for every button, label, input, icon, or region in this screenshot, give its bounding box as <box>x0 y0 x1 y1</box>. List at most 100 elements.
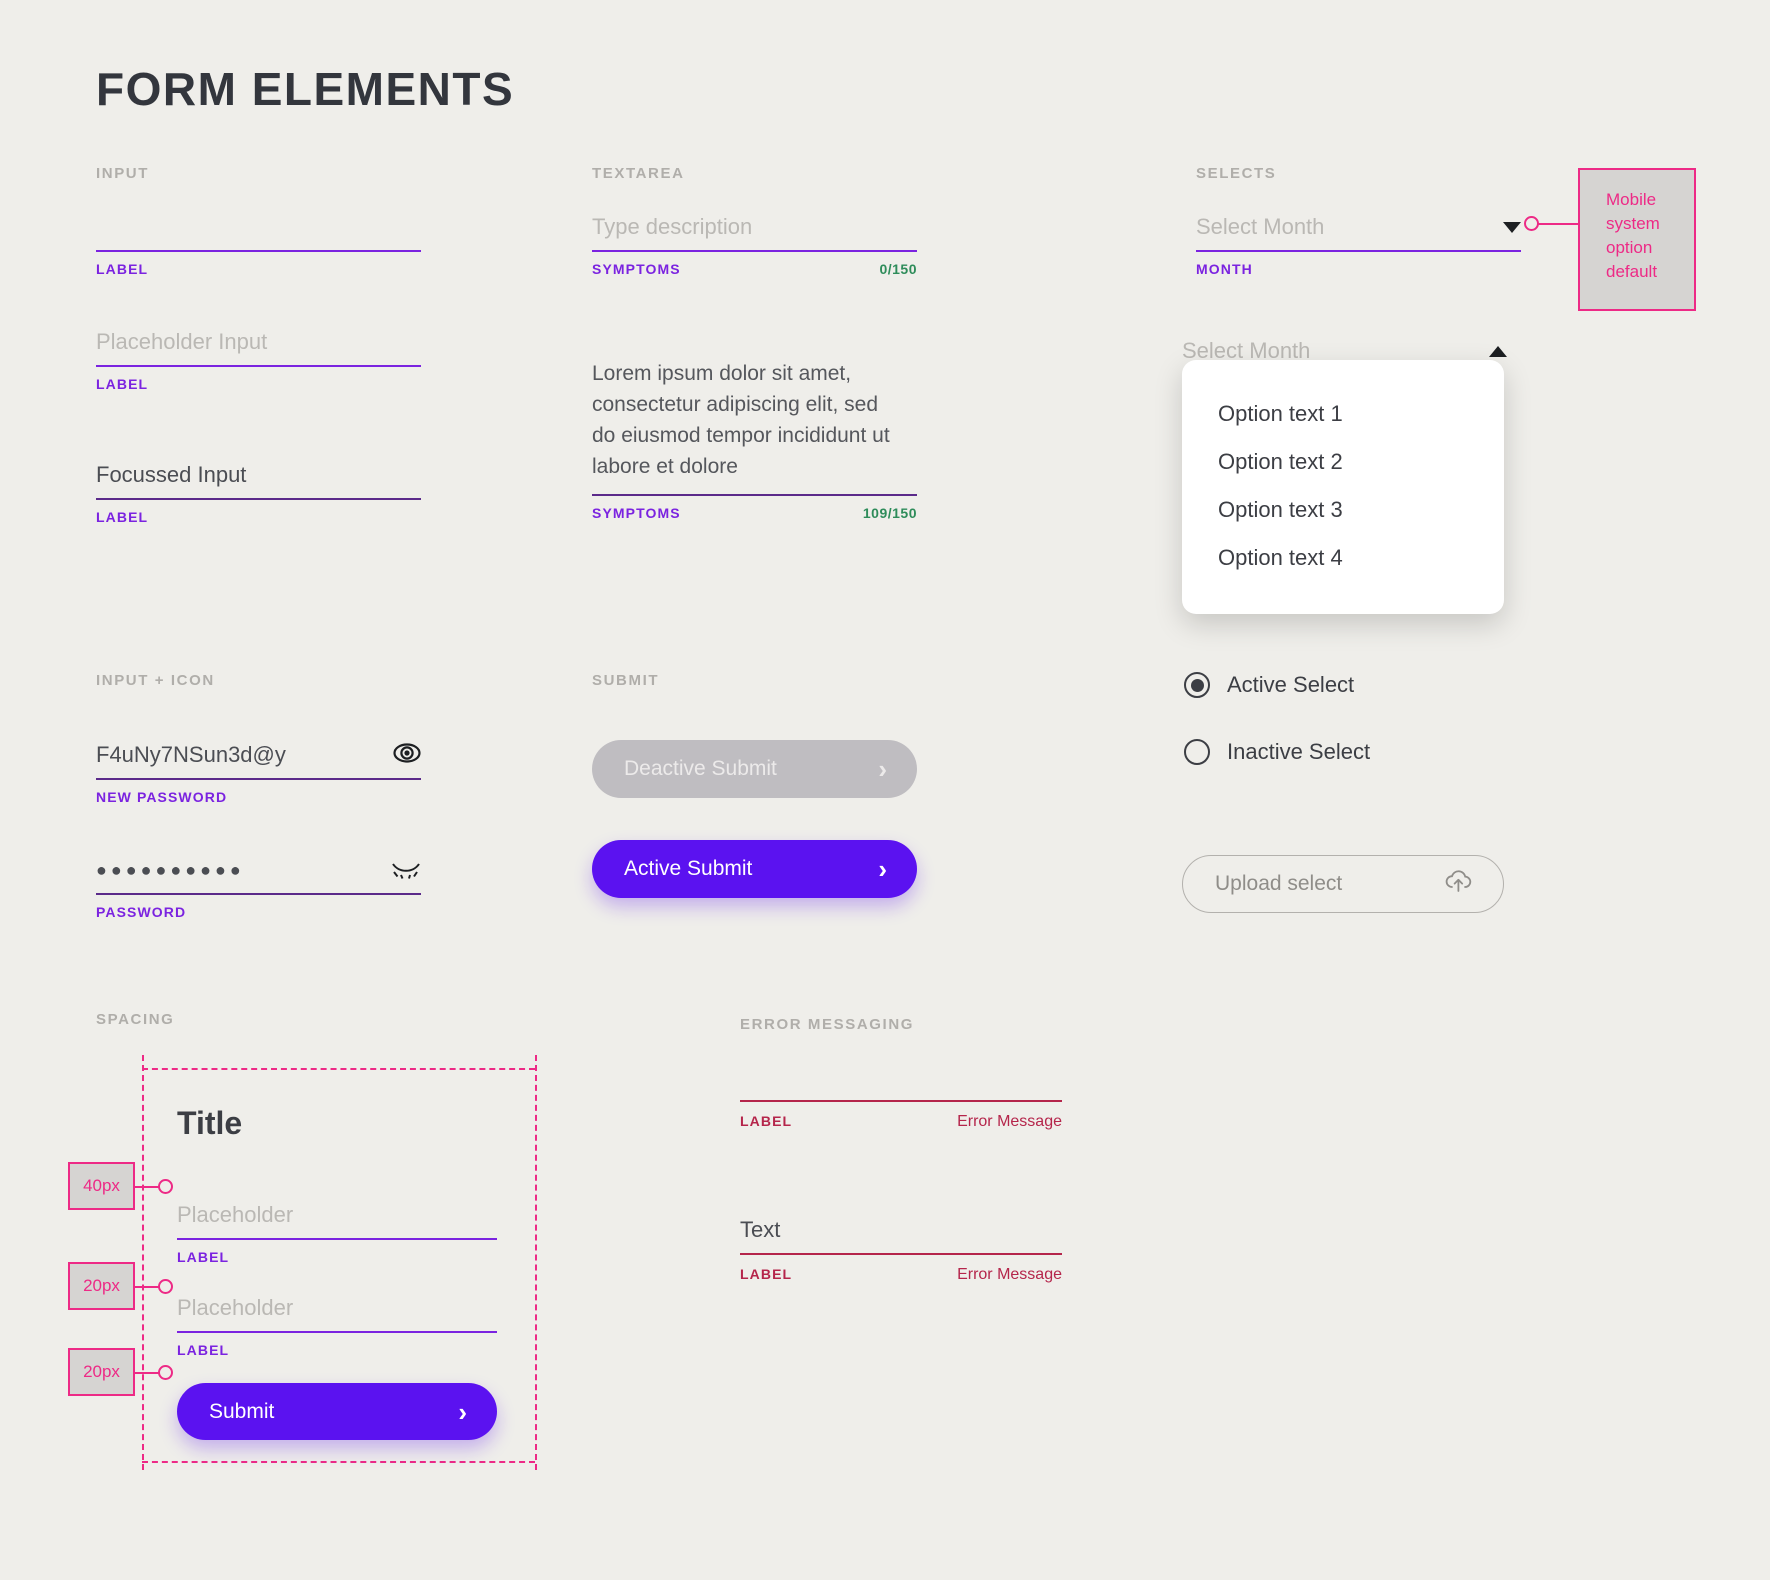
measure-20px-1-dot <box>158 1279 173 1294</box>
section-label-textarea: TEXTAREA <box>592 165 685 182</box>
spacing-field-2[interactable]: Placeholder LABEL <box>177 1291 497 1358</box>
new-password-value[interactable]: F4uNy7NSun3d@y <box>96 738 286 772</box>
input-placeholder[interactable]: Placeholder Input LABEL <box>96 325 421 392</box>
select-month-label: MONTH <box>1196 261 1253 277</box>
spacing-guide-left <box>142 1055 144 1470</box>
dropdown-option-4[interactable]: Option text 4 <box>1182 534 1504 582</box>
spacing-field-2-placeholder[interactable]: Placeholder <box>177 1291 497 1325</box>
error-field-empty-message: Error Message <box>957 1112 1062 1130</box>
input-placeholder-value[interactable]: Placeholder Input <box>96 325 421 359</box>
new-password-field[interactable]: F4uNy7NSun3d@y NEW PASSWORD <box>96 738 421 805</box>
upload-select-label: Upload select <box>1215 872 1343 895</box>
input-empty-label: LABEL <box>96 261 149 277</box>
password-value[interactable]: ●●●●●●●●●● <box>96 853 245 887</box>
radio-icon-selected[interactable] <box>1184 672 1210 698</box>
radio-active-select[interactable]: Active Select <box>1184 672 1354 698</box>
section-label-spacing: SPACING <box>96 1011 175 1028</box>
textarea-filled-value[interactable]: Lorem ipsum dolor sit amet, consectetur … <box>592 358 917 482</box>
radio-active-label: Active Select <box>1227 672 1355 697</box>
section-label-input: INPUT <box>96 165 149 182</box>
error-underline <box>740 1100 1062 1102</box>
measure-20px-1: 20px <box>68 1262 135 1310</box>
page-title: FORM ELEMENTS <box>96 63 515 115</box>
textarea-empty-placeholder[interactable]: Type description <box>592 210 917 244</box>
annotation-connector-dot <box>1524 216 1539 231</box>
measure-40px-line <box>135 1186 160 1188</box>
spacing-field-1-label: LABEL <box>177 1248 230 1265</box>
password-label: PASSWORD <box>96 904 187 920</box>
error-field-empty-value[interactable] <box>740 1060 1062 1094</box>
chevron-right-icon: › <box>458 1396 467 1427</box>
password-underline <box>96 893 421 895</box>
error-field-text-message: Error Message <box>957 1265 1062 1283</box>
deactive-submit-label: Deactive Submit <box>624 757 777 780</box>
error-field-text-label: LABEL <box>740 1265 793 1282</box>
chevron-up-icon[interactable] <box>1489 345 1507 357</box>
error-field-empty-label: LABEL <box>740 1112 793 1129</box>
spacing-field-1[interactable]: Placeholder LABEL <box>177 1198 497 1265</box>
eye-off-icon[interactable] <box>391 857 421 884</box>
spacing-demo-title: Title <box>177 1105 243 1141</box>
section-label-submit: SUBMIT <box>592 672 660 689</box>
spacing-submit-label: Submit <box>209 1399 275 1423</box>
measure-20px-2-dot <box>158 1365 173 1380</box>
spacing-field-2-underline <box>177 1331 497 1333</box>
new-password-label: NEW PASSWORD <box>96 789 228 805</box>
select-month-closed[interactable]: Select Month MONTH <box>1196 210 1521 277</box>
textarea-filled-label: SYMPTOMS <box>592 505 681 521</box>
measure-20px-2: 20px <box>68 1348 135 1396</box>
input-focussed-value[interactable]: Focussed Input <box>96 458 421 492</box>
input-underline <box>96 365 421 367</box>
error-underline <box>740 1253 1062 1255</box>
input-focussed[interactable]: Focussed Input LABEL <box>96 458 421 525</box>
dropdown-option-2[interactable]: Option text 2 <box>1182 438 1504 486</box>
textarea-filled[interactable]: Lorem ipsum dolor sit amet, consectetur … <box>592 358 917 521</box>
radio-inactive-label: Inactive Select <box>1227 739 1371 764</box>
upload-select-button[interactable]: Upload select <box>1182 855 1504 913</box>
spacing-submit-button[interactable]: Submit › <box>177 1383 497 1440</box>
section-label-selects: SELECTS <box>1196 165 1277 182</box>
deactive-submit-button[interactable]: Deactive Submit › <box>592 740 917 798</box>
measure-40px: 40px <box>68 1162 135 1210</box>
error-field-text-value[interactable]: Text <box>740 1213 1062 1247</box>
error-field-empty[interactable]: LABEL Error Message <box>740 1060 1062 1131</box>
select-underline <box>1196 250 1521 252</box>
password-field[interactable]: ●●●●●●●●●● PASSWORD <box>96 853 421 920</box>
chevron-down-icon[interactable] <box>1503 221 1521 233</box>
radio-icon-unselected[interactable] <box>1184 739 1210 765</box>
active-submit-button[interactable]: Active Submit › <box>592 840 917 898</box>
section-label-input-icon: INPUT + ICON <box>96 672 215 689</box>
error-field-text[interactable]: Text LABEL Error Message <box>740 1213 1062 1284</box>
chevron-right-icon: › <box>878 854 887 884</box>
section-label-error: ERROR MESSAGING <box>740 1016 915 1033</box>
textarea-empty-counter: 0/150 <box>879 261 917 277</box>
input-focussed-label: LABEL <box>96 509 149 525</box>
chevron-right-icon: › <box>878 754 887 784</box>
cloud-upload-icon <box>1443 868 1473 900</box>
textarea-underline <box>592 494 917 496</box>
dropdown-option-3[interactable]: Option text 3 <box>1182 486 1504 534</box>
mobile-system-note: Mobile system option default <box>1578 168 1696 311</box>
select-dropdown-menu[interactable]: Option text 1 Option text 2 Option text … <box>1182 360 1504 614</box>
select-month-value: Select Month <box>1196 214 1325 239</box>
measure-20px-2-line <box>135 1372 160 1374</box>
spacing-guide-top <box>142 1068 535 1070</box>
spacing-guide-bottom <box>142 1461 535 1463</box>
eye-icon[interactable] <box>393 739 421 772</box>
radio-inactive-select[interactable]: Inactive Select <box>1184 739 1370 765</box>
active-submit-label: Active Submit <box>624 857 753 880</box>
input-empty[interactable]: LABEL <box>96 210 421 277</box>
spacing-field-2-label: LABEL <box>177 1341 230 1358</box>
measure-40px-dot <box>158 1179 173 1194</box>
form-elements-page: FORM ELEMENTS INPUT LABEL Placeholder In… <box>0 0 1770 1580</box>
spacing-field-1-underline <box>177 1238 497 1240</box>
textarea-empty-label: SYMPTOMS <box>592 261 681 277</box>
spacing-field-1-placeholder[interactable]: Placeholder <box>177 1198 497 1232</box>
measure-20px-1-line <box>135 1286 160 1288</box>
textarea-empty[interactable]: Type description SYMPTOMS 0/150 <box>592 210 917 277</box>
new-password-underline <box>96 778 421 780</box>
input-empty-value[interactable] <box>96 210 421 244</box>
dropdown-option-1[interactable]: Option text 1 <box>1182 390 1504 438</box>
input-underline <box>96 498 421 500</box>
textarea-underline <box>592 250 917 252</box>
